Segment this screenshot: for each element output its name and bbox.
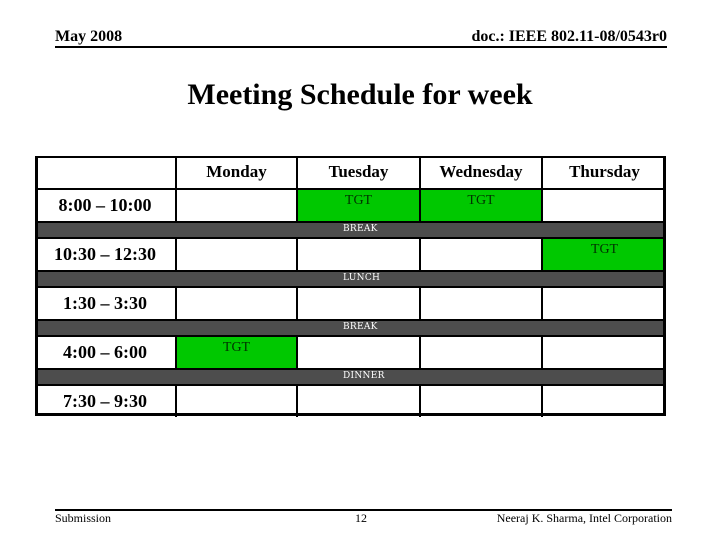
empty-cell-wednesday	[421, 335, 543, 368]
break-band-break: BREAK	[35, 221, 666, 237]
break-label: BREAK	[343, 224, 378, 234]
day-header-thursday: Thursday	[543, 156, 666, 188]
day-header-tuesday: Tuesday	[298, 156, 421, 188]
header-rule	[55, 46, 667, 48]
corner-cell	[35, 156, 177, 188]
footer-submission: Submission	[55, 511, 112, 525]
break-band-lunch: LUNCH	[35, 270, 666, 286]
empty-cell-thursday	[543, 384, 666, 417]
footer-page-number: 12	[355, 511, 367, 525]
day-header-monday: Monday	[177, 156, 298, 188]
empty-cell-thursday	[543, 286, 666, 319]
empty-cell-monday	[177, 286, 298, 319]
empty-cell-tuesday	[298, 286, 421, 319]
empty-cell-tuesday	[298, 384, 421, 417]
empty-cell-monday	[177, 237, 298, 270]
time-slot-label: 7:30 – 9:30	[35, 384, 177, 417]
time-slot-label: 10:30 – 12:30	[35, 237, 177, 270]
header-date: May 2008	[55, 28, 123, 45]
header-doc-id: doc.: IEEE 802.11-08/0543r0	[471, 28, 667, 45]
empty-cell-tuesday	[298, 335, 421, 368]
footer-author: Neeraj K. Sharma, Intel Corporation	[496, 511, 672, 525]
break-label: DINNER	[343, 371, 385, 381]
empty-cell-wednesday	[421, 384, 543, 417]
break-label: LUNCH	[343, 273, 381, 283]
empty-cell-thursday	[543, 188, 666, 221]
empty-cell-monday	[177, 384, 298, 417]
empty-cell-wednesday	[421, 237, 543, 270]
empty-cell-tuesday	[298, 237, 421, 270]
session-thursday: TGT	[543, 237, 666, 270]
break-band-break: BREAK	[35, 319, 666, 335]
session-wednesday: TGT	[421, 188, 543, 221]
empty-cell-monday	[177, 188, 298, 221]
empty-cell-wednesday	[421, 286, 543, 319]
time-slot-label: 4:00 – 6:00	[35, 335, 177, 368]
time-slot-label: 1:30 – 3:30	[35, 286, 177, 319]
empty-cell-thursday	[543, 335, 666, 368]
page-title: Meeting Schedule for week	[187, 78, 533, 111]
time-slot-label: 8:00 – 10:00	[35, 188, 177, 221]
session-tuesday: TGT	[298, 188, 421, 221]
day-header-wednesday: Wednesday	[421, 156, 543, 188]
session-monday: TGT	[177, 335, 298, 368]
break-label: BREAK	[343, 322, 378, 332]
break-band-dinner: DINNER	[35, 368, 666, 384]
schedule-table: Monday Tuesday Wednesday Thursday 8:00 –…	[35, 156, 666, 417]
